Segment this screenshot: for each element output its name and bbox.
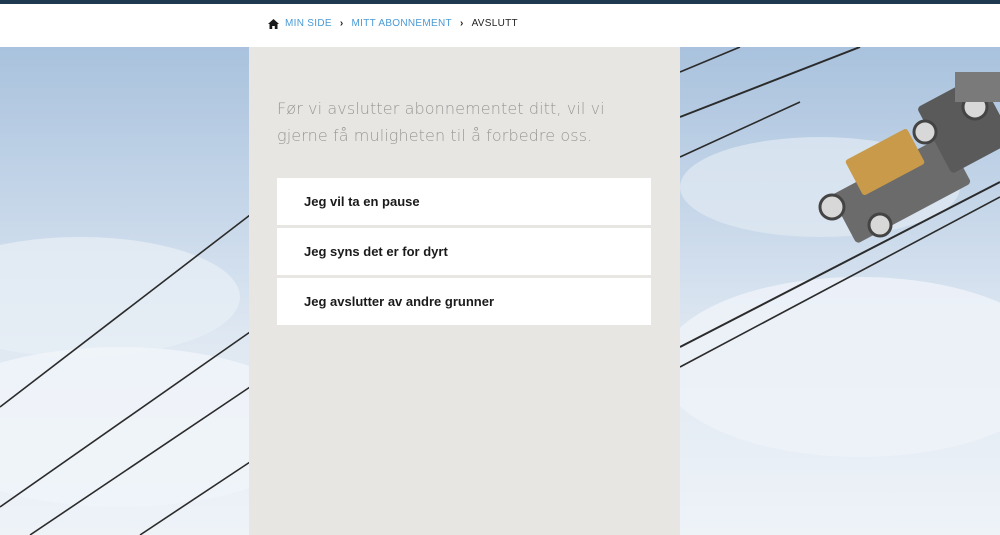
breadcrumb-current: AVSLUTT [471,18,518,29]
header: MIN SIDE › MITT ABONNEMENT › AVSLUTT [0,4,1000,47]
breadcrumb-mitt-abonnement[interactable]: MITT ABONNEMENT [352,18,452,29]
chevron-right-icon: › [339,18,344,29]
chevron-right-icon: › [459,18,464,29]
home-icon[interactable] [268,18,279,29]
reason-options: Jeg vil ta en pause Jeg syns det er for … [277,178,651,328]
breadcrumb: MIN SIDE › MITT ABONNEMENT › AVSLUTT [268,18,518,29]
intro-text: Før vi avslutter abonnementet ditt, vil … [277,99,605,145]
breadcrumb-min-side[interactable]: MIN SIDE [285,18,332,29]
cancellation-panel: Før vi avslutter abonnementet ditt, vil … [249,47,680,535]
option-too-expensive[interactable]: Jeg syns det er for dyrt [277,228,651,275]
option-pause[interactable]: Jeg vil ta en pause [277,178,651,225]
option-other-reasons[interactable]: Jeg avslutter av andre grunner [277,278,651,325]
